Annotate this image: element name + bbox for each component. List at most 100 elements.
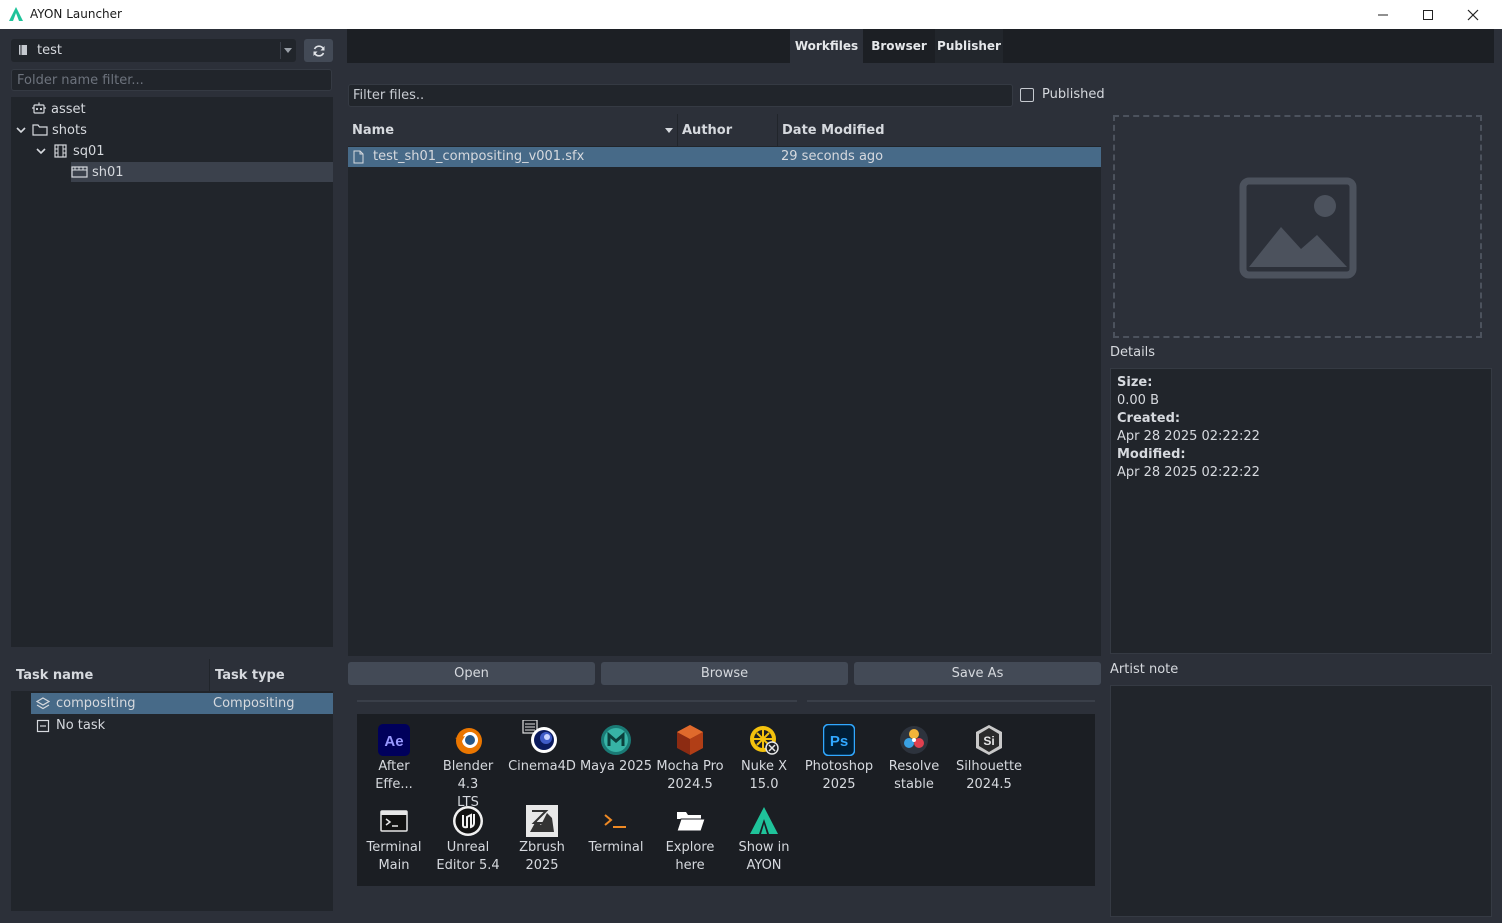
column-header-task-type[interactable]: Task type [210, 659, 333, 691]
app-photoshop[interactable]: Ps Photoshop 2025 [802, 723, 876, 794]
task-list: Task name Task type compositing Composit… [11, 659, 333, 911]
app-cinema4d[interactable]: Cinema4D [505, 719, 579, 776]
refresh-icon [313, 44, 324, 57]
open-button[interactable]: Open [348, 662, 595, 685]
tab-publisher[interactable]: Publisher [935, 29, 1003, 63]
file-table: Name Author Date Modified test_sh01_comp… [348, 114, 1101, 656]
task-row-compositing[interactable]: compositing Compositing [31, 693, 333, 714]
app-resolve[interactable]: Resolve stable [877, 724, 951, 794]
app-label: 2025 [525, 858, 559, 873]
maximize-button[interactable] [1405, 0, 1451, 29]
app-nuke-x[interactable]: Nuke X 15.0 [727, 724, 801, 794]
sort-descending-icon [665, 128, 673, 133]
app-show-in-ayon[interactable]: Show in AYON [727, 805, 801, 875]
app-blender[interactable]: Blender 4.3 LTS [431, 724, 505, 812]
app-label: Zbrush [519, 840, 565, 855]
created-label: Created: [1117, 411, 1181, 426]
svg-text:Ae: Ae [384, 733, 403, 750]
app-label: Terminal [366, 840, 422, 855]
app-label: 2024.5 [966, 777, 1012, 792]
app-label: Editor 5.4 [436, 858, 500, 873]
chevron-down-icon[interactable] [15, 124, 27, 136]
column-header-label: Name [352, 122, 395, 138]
tab-workfiles[interactable]: Workfiles [790, 29, 863, 63]
combo-separator [280, 42, 281, 59]
tree-item-sq01[interactable]: sq01 [35, 141, 105, 161]
app-unreal-editor[interactable]: Unreal Editor 5.4 [431, 805, 505, 875]
minimize-button[interactable] [1360, 0, 1406, 29]
task-row-no-task[interactable]: No task [31, 715, 333, 736]
tab-browser[interactable]: Browser [863, 29, 935, 63]
tree-item-shots[interactable]: shots [15, 120, 87, 140]
photoshop-icon: Ps [822, 723, 856, 757]
project-selector[interactable]: test [11, 39, 296, 62]
column-header-author[interactable]: Author [678, 114, 778, 146]
app-explore-here[interactable]: Explore here [653, 805, 727, 875]
app-label: Silhouette [955, 759, 1023, 774]
app-label: Blender 4.3 [442, 759, 494, 792]
after-effects-icon: Ae [378, 724, 410, 756]
app-label: Terminal [588, 840, 644, 855]
unreal-icon [452, 805, 484, 837]
details-title: Details [1110, 345, 1156, 360]
silhouette-icon: Si [973, 724, 1005, 756]
image-placeholder-icon [1239, 177, 1357, 279]
chevron-down-icon [284, 48, 292, 53]
explore-folder-icon [674, 805, 706, 837]
mocha-pro-icon [674, 724, 706, 756]
maximize-icon [1423, 9, 1433, 20]
app-label: Resolve [888, 759, 940, 774]
column-header-name[interactable]: Name [348, 114, 678, 146]
zbrush-icon [526, 805, 558, 837]
tree-item-label: sq01 [73, 143, 105, 159]
task-name: No task [56, 718, 106, 733]
browse-button[interactable]: Browse [601, 662, 848, 685]
task-type: Compositing [213, 696, 295, 711]
refresh-button[interactable] [304, 39, 333, 62]
book-icon [19, 45, 27, 55]
asset-icon [32, 102, 46, 114]
thumbnail-preview [1113, 115, 1482, 338]
app-terminal[interactable]: Terminal [579, 805, 653, 857]
close-button[interactable] [1450, 0, 1496, 29]
save-as-button[interactable]: Save As [854, 662, 1101, 685]
app-after-effects[interactable]: Ae After Effe... [357, 724, 431, 794]
modified-label: Modified: [1117, 447, 1186, 462]
app-label: Mocha Pro [656, 759, 724, 774]
size-value: 0.00 B [1117, 393, 1159, 408]
tree-item-asset[interactable]: asset [31, 99, 86, 119]
table-row[interactable]: test_sh01_compositing_v001.sfx 29 second… [348, 147, 1101, 167]
splitter-handle[interactable] [357, 700, 797, 702]
tree-item-label: sh01 [92, 164, 124, 180]
svg-text:Ps: Ps [830, 733, 848, 750]
created-value: Apr 28 2025 02:22:22 [1117, 429, 1260, 444]
app-label: AYON [746, 858, 782, 873]
app-maya[interactable]: Maya 2025 [579, 724, 653, 776]
app-silhouette[interactable]: Si Silhouette 2024.5 [952, 724, 1026, 794]
minimize-icon [1378, 14, 1388, 15]
layers-icon [36, 696, 50, 709]
nuke-icon [748, 724, 780, 756]
published-label: Published [1042, 87, 1105, 102]
app-label: Effe... [375, 777, 413, 792]
splitter-handle[interactable] [807, 700, 1095, 702]
artist-note-field[interactable] [1110, 685, 1492, 917]
tree-item-sh01[interactable]: sh01 [71, 162, 333, 182]
app-terminal-main[interactable]: Terminal Main [357, 805, 431, 875]
tree-item-label: asset [51, 101, 86, 117]
column-header-date-modified[interactable]: Date Modified [778, 114, 1101, 146]
file-icon [353, 150, 364, 164]
column-header-task-name[interactable]: Task name [11, 659, 209, 691]
published-checkbox[interactable] [1020, 88, 1034, 102]
app-label: 2024.5 [667, 777, 713, 792]
sequence-icon [54, 144, 67, 158]
app-label: After [378, 759, 410, 774]
chevron-down-icon[interactable] [35, 145, 47, 157]
app-mocha-pro[interactable]: Mocha Pro 2024.5 [653, 724, 727, 794]
file-date-modified: 29 seconds ago [781, 149, 884, 164]
app-zbrush[interactable]: Zbrush 2025 [505, 805, 579, 875]
folder-filter-input[interactable] [11, 69, 332, 91]
folder-icon [32, 124, 48, 136]
artist-note-title: Artist note [1110, 662, 1179, 677]
file-filter-input[interactable] [348, 84, 1013, 107]
